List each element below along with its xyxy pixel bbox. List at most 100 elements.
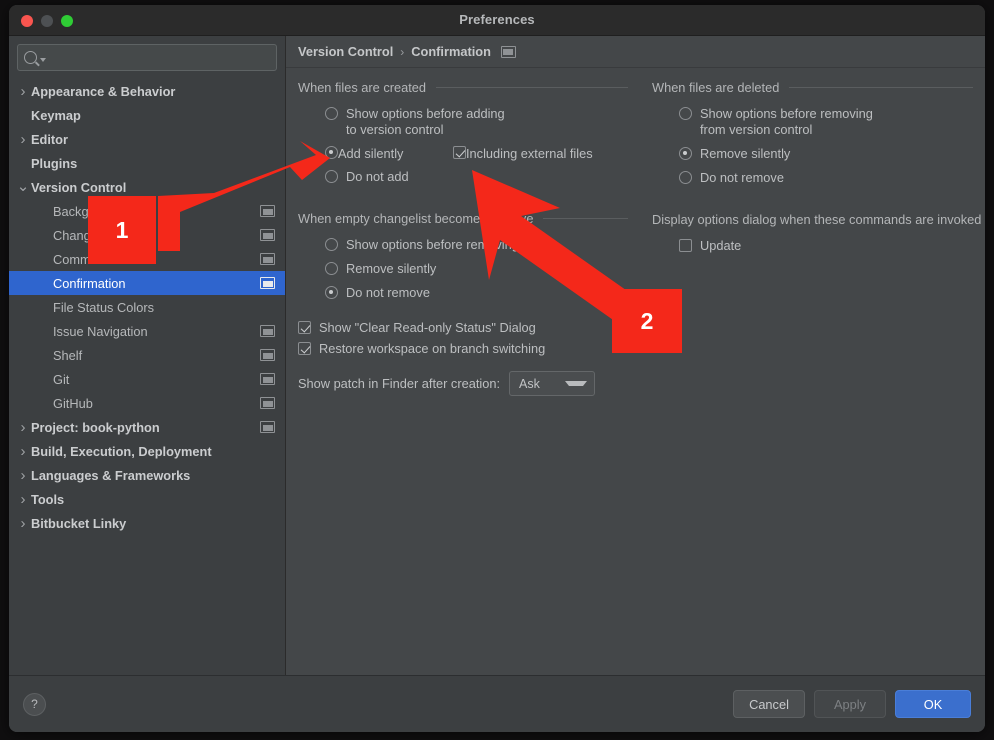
help-button[interactable]: ? (23, 693, 46, 716)
show-options-before-adding-label: Show options before adding to version co… (346, 106, 505, 138)
do-not-add-radio[interactable] (325, 170, 338, 183)
do-not-remove-option[interactable]: Do not remove (298, 281, 640, 304)
remove-silently-radio[interactable] (325, 262, 338, 275)
sidebar-item-issue-navigation[interactable]: Issue Navigation (9, 319, 285, 343)
add-silently-row: Add silently Including external files (298, 142, 640, 165)
sidebar-item-label: Tools (31, 492, 64, 507)
show-options-before-adding-radio[interactable] (325, 107, 338, 120)
search-icon (24, 51, 37, 64)
search-input[interactable] (46, 50, 270, 66)
sidebar-item-label: Confirmation (53, 276, 126, 291)
chevron-right-icon[interactable]: › (15, 492, 31, 507)
restore-workspace-option[interactable]: Restore workspace on branch switching (298, 338, 640, 359)
show-patch-in-finder-value: Ask (519, 377, 540, 391)
breadcrumb-parent[interactable]: Version Control (298, 44, 393, 59)
add-silently-label: Add silently (338, 146, 403, 162)
show-options-before-removing-radio[interactable] (325, 238, 338, 251)
add-silently-radio[interactable] (325, 146, 338, 159)
sidebar-item-label: Version Control (31, 180, 126, 195)
panel-icon[interactable] (260, 229, 275, 241)
sidebar-item-confirmation[interactable]: Confirmation (9, 271, 285, 295)
apply-button[interactable]: Apply (814, 690, 886, 718)
chevron-right-icon[interactable]: › (15, 84, 31, 99)
sidebar-item-file-status-colors[interactable]: File Status Colors (9, 295, 285, 319)
section-spacer (652, 190, 985, 212)
breadcrumb: Version Control › Confirmation (286, 36, 985, 68)
panel-icon[interactable] (501, 46, 516, 58)
do-not-remove-radio[interactable] (325, 286, 338, 299)
sidebar-item-appearance-behavior[interactable]: ›Appearance & Behavior (9, 79, 285, 103)
preferences-window: Preferences ›Appearance & BehaviorKeymap… (9, 5, 985, 732)
sidebar-item-project-book-python[interactable]: ›Project: book-python (9, 415, 285, 439)
sidebar-item-git[interactable]: Git (9, 367, 285, 391)
panel-icon[interactable] (260, 349, 275, 361)
show-options-before-removing-option[interactable]: Show options before removing (298, 233, 640, 256)
remove-silently-option[interactable]: Remove silently (298, 257, 640, 280)
ok-button[interactable]: OK (895, 690, 971, 718)
sidebar-item-editor[interactable]: ›Editor (9, 127, 285, 151)
dialog-footer: ? Cancel Apply OK (9, 675, 985, 732)
panel-icon[interactable] (260, 325, 275, 337)
including-external-files-checkbox[interactable] (453, 146, 466, 159)
display-options-dialog-title: Display options dialog when these comman… (652, 212, 981, 227)
search-box[interactable] (17, 44, 277, 71)
update-command-option[interactable]: Update (652, 234, 985, 257)
panel-icon[interactable] (260, 253, 275, 265)
dialog-body: ›Appearance & Behavior Keymap ›EditorPlugi… (9, 36, 985, 675)
sidebar-item-label: GitHub (53, 396, 93, 411)
chevron-right-icon[interactable]: › (15, 132, 31, 147)
show-options-before-removing-label: Show options before removing (346, 237, 519, 253)
sidebar-item-shelf[interactable]: Shelf (9, 343, 285, 367)
sidebar-item-languages-frameworks[interactable]: ›Languages & Frameworks (9, 463, 285, 487)
settings-sidebar: ›Appearance & Behavior Keymap ›EditorPlugi… (9, 36, 286, 675)
settings-content-panel: Version Control › Confirmation When file… (286, 36, 985, 675)
right-pane: When files are deleted Show options befo… (640, 80, 985, 675)
show-patch-in-finder-dropdown[interactable]: Ask (509, 371, 595, 396)
do-not-remove-deleted-label: Do not remove (700, 170, 784, 186)
sidebar-item-bitbucket-linky[interactable]: ›Bitbucket Linky (9, 511, 285, 535)
sidebar-item-label: Project: book-python (31, 420, 160, 435)
sidebar-item-keymap[interactable]: Keymap (9, 103, 285, 127)
chevron-down-icon[interactable]: ⌄ (15, 184, 31, 190)
remove-silently-deleted-option[interactable]: Remove silently (652, 142, 985, 165)
do-not-add-option[interactable]: Do not add (298, 165, 640, 188)
chevron-right-icon[interactable]: › (15, 444, 31, 459)
restore-workspace-checkbox[interactable] (298, 342, 311, 355)
chevron-right-icon[interactable]: › (15, 420, 31, 435)
panel-icon[interactable] (260, 421, 275, 433)
sidebar-item-github[interactable]: GitHub (9, 391, 285, 415)
update-checkbox[interactable] (679, 239, 692, 252)
clear-readonly-status-option[interactable]: Show "Clear Read-only Status" Dialog (298, 317, 640, 338)
do-not-remove-deleted-option[interactable]: Do not remove (652, 166, 985, 189)
remove-silently-deleted-radio[interactable] (679, 147, 692, 160)
sidebar-item-tools[interactable]: ›Tools (9, 487, 285, 511)
add-silently-option[interactable]: Add silently (325, 146, 453, 162)
clear-readonly-status-label: Show "Clear Read-only Status" Dialog (319, 320, 536, 335)
sidebar-item-label: Keymap (31, 108, 81, 123)
sidebar-item-label: Issue Navigation (53, 324, 148, 339)
sidebar-item-label: Git (53, 372, 69, 387)
section-spacer (298, 305, 640, 317)
show-options-before-removing-vc-radio[interactable] (679, 107, 692, 120)
cancel-button[interactable]: Cancel (733, 690, 805, 718)
when-files-deleted-title: When files are deleted (652, 80, 779, 95)
sidebar-item-build-execution-deployment[interactable]: ›Build, Execution, Deployment (9, 439, 285, 463)
empty-changelist-title: When empty changelist becomes inactive (298, 211, 533, 226)
including-external-files-option[interactable]: Including external files (453, 146, 593, 162)
clear-readonly-status-checkbox[interactable] (298, 321, 311, 334)
do-not-remove-label: Do not remove (346, 285, 430, 301)
sidebar-search-area (9, 36, 285, 77)
do-not-remove-deleted-radio[interactable] (679, 171, 692, 184)
panel-icon[interactable] (260, 373, 275, 385)
panel-icon[interactable] (260, 397, 275, 409)
show-options-before-removing-vc-option[interactable]: Show options before removing from versio… (652, 102, 985, 141)
group-divider-line (789, 87, 973, 88)
sidebar-item-label: Build, Execution, Deployment (31, 444, 212, 459)
when-files-deleted-group-header: When files are deleted (652, 80, 985, 95)
sidebar-item-plugins[interactable]: Plugins (9, 151, 285, 175)
panel-icon[interactable] (260, 277, 275, 289)
panel-icon[interactable] (260, 205, 275, 217)
show-options-before-adding-option[interactable]: Show options before adding to version co… (298, 102, 640, 141)
chevron-right-icon[interactable]: › (15, 468, 31, 483)
chevron-right-icon[interactable]: › (15, 516, 31, 531)
